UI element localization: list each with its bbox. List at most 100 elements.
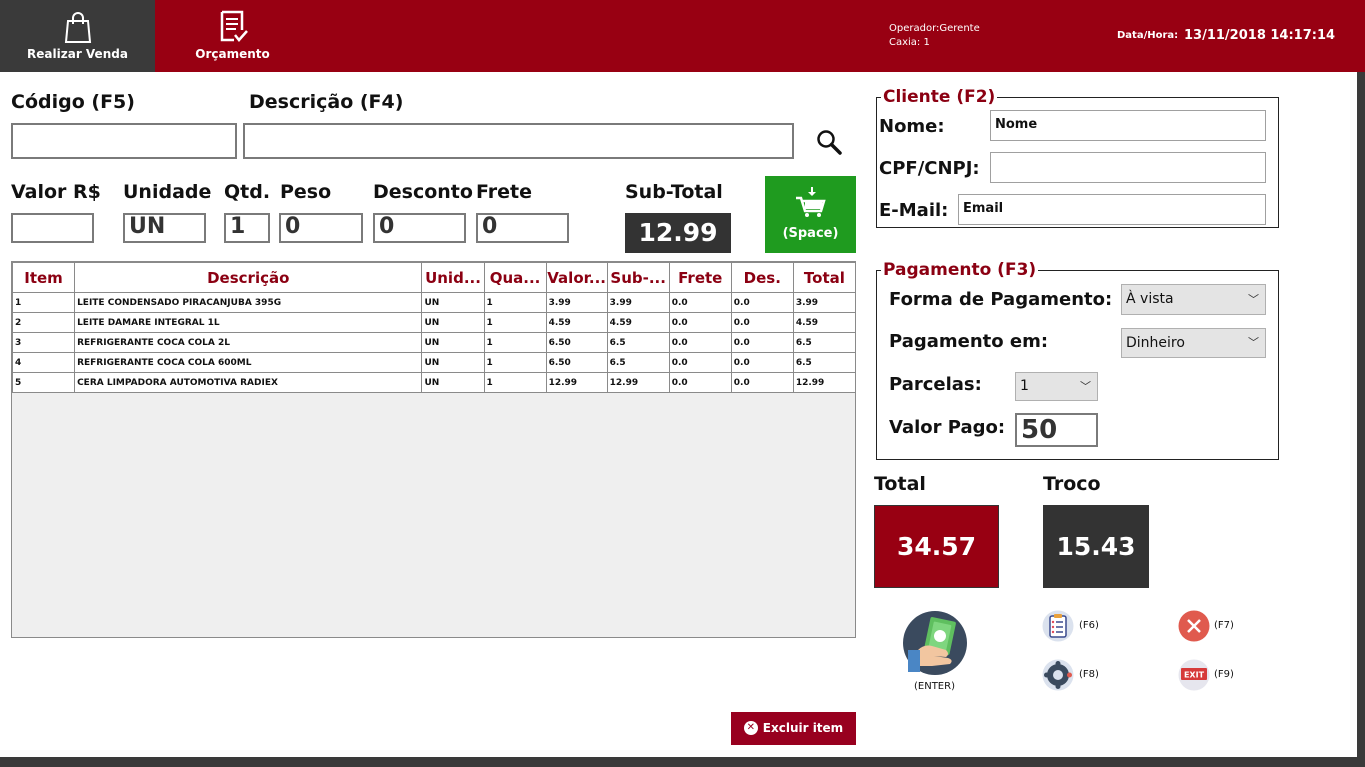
column-header-unidade[interactable]: Unid... xyxy=(421,262,485,293)
table-cell: 6.5 xyxy=(792,352,857,373)
peso-label: Peso xyxy=(280,181,332,203)
table-cell: 12.99 xyxy=(545,372,608,393)
f8-action-button[interactable]: (F8) xyxy=(1042,659,1102,691)
table-cell: 1 xyxy=(483,312,547,333)
total-label: Total xyxy=(874,473,926,495)
qtd-input[interactable]: 1 xyxy=(224,213,270,243)
column-header-subtotal[interactable]: Sub-... xyxy=(606,262,670,293)
datetime-label: Data/Hora: xyxy=(1117,30,1179,41)
add-to-cart-button[interactable]: (Space) xyxy=(765,176,856,253)
cpf-cnpj-input[interactable] xyxy=(990,152,1266,183)
table-cell: 5 xyxy=(11,372,76,393)
f9-label: (F9) xyxy=(1214,669,1234,680)
nav-orcamento[interactable]: Orçamento xyxy=(155,0,310,72)
magnifier-icon[interactable] xyxy=(815,128,843,156)
table-cell: 1 xyxy=(483,332,547,353)
top-bar: Realizar Venda Orçamento Operador:Gerent… xyxy=(0,0,1365,72)
table-cell: 4.59 xyxy=(545,312,608,333)
pagamento-em-select[interactable]: Dinheiro ﹀ xyxy=(1121,328,1266,358)
pagamento-em-label: Pagamento em: xyxy=(889,331,1049,352)
table-cell: 2 xyxy=(11,312,76,333)
column-header-frete[interactable]: Frete xyxy=(668,262,732,293)
table-header-row: Item Descrição Unid... Qua... Valor... S… xyxy=(11,262,857,293)
excluir-item-button[interactable]: ✕ Excluir item xyxy=(731,712,856,745)
frete-input[interactable]: 0 xyxy=(476,213,569,243)
exit-badge-text: EXIT xyxy=(1184,671,1205,680)
column-header-desconto[interactable]: Des. xyxy=(730,262,794,293)
table-cell: 0.0 xyxy=(730,332,794,353)
table-cell: UN xyxy=(421,352,485,373)
table-cell: LEITE CONDENSADO PIRACANJUBA 395G xyxy=(74,292,423,313)
codigo-input[interactable] xyxy=(11,123,237,159)
enter-label: (ENTER) xyxy=(914,681,955,692)
nav-realizar-venda-label: Realizar Venda xyxy=(27,47,128,61)
table-cell: 1 xyxy=(11,292,76,313)
column-header-descricao[interactable]: Descrição xyxy=(74,262,423,293)
table-cell: 6.5 xyxy=(606,332,670,353)
f6-action-button[interactable]: (F6) xyxy=(1042,610,1102,642)
valor-pago-input[interactable]: 50 xyxy=(1015,413,1098,447)
nome-input[interactable]: Nome xyxy=(990,110,1266,141)
peso-input[interactable]: 0 xyxy=(279,213,363,243)
sair-button[interactable]: EXIT (F9) xyxy=(1178,659,1238,691)
table-row[interactable]: 4 REFRIGERANTE COCA COLA 600ML UN 1 6.50… xyxy=(11,352,857,373)
column-header-quantidade[interactable]: Qua... xyxy=(483,262,547,293)
excluir-item-label: Excluir item xyxy=(762,721,844,735)
column-header-total[interactable]: Total xyxy=(792,262,857,293)
operator-name: Operador:Gerente xyxy=(889,23,980,34)
table-cell: 0.0 xyxy=(730,312,794,333)
subtotal-label: Sub-Total xyxy=(625,181,723,203)
frete-label: Frete xyxy=(476,181,532,203)
table-cell: 1 xyxy=(483,352,547,373)
cash-payment-icon xyxy=(902,610,970,680)
caixa-number: Caxia: 1 xyxy=(889,37,930,48)
cliente-group-title: Cliente (F2) xyxy=(881,87,998,107)
table-row[interactable]: 1 LEITE CONDENSADO PIRACANJUBA 395G UN 1… xyxy=(11,292,857,313)
parcelas-label: Parcelas: xyxy=(889,374,982,395)
table-cell: 4 xyxy=(11,352,76,373)
forma-pagamento-label: Forma de Pagamento: xyxy=(889,289,1113,310)
valor-input[interactable] xyxy=(11,213,94,243)
datetime-value: 13/11/2018 14:17:14 xyxy=(1184,28,1336,43)
unidade-input[interactable]: UN xyxy=(123,213,206,243)
table-row[interactable]: 5 CERA LIMPADORA AUTOMOTIVA RADIEX UN 1 … xyxy=(11,372,857,393)
table-cell: 1 xyxy=(483,372,547,393)
desconto-input[interactable]: 0 xyxy=(373,213,466,243)
parcelas-select[interactable]: 1 ﹀ xyxy=(1015,372,1098,401)
forma-pagamento-select[interactable]: À vista ﹀ xyxy=(1121,284,1266,315)
nome-label: Nome: xyxy=(879,116,945,137)
f6-label: (F6) xyxy=(1079,620,1099,631)
table-cell: UN xyxy=(421,312,485,333)
cliente-group: Cliente (F2) Nome: Nome CPF/CNPJ: E-Mail… xyxy=(876,87,1279,228)
troco-label: Troco xyxy=(1043,473,1101,495)
table-cell: 3.99 xyxy=(792,292,857,313)
table-cell: LEITE DAMARE INTEGRAL 1L xyxy=(74,312,423,333)
table-cell: 0.0 xyxy=(730,352,794,373)
table-cell: 3.99 xyxy=(606,292,670,313)
document-check-icon xyxy=(155,10,310,44)
nav-realizar-venda[interactable]: Realizar Venda xyxy=(0,0,155,72)
email-input[interactable]: Email xyxy=(958,194,1266,225)
table-cell: 4.59 xyxy=(606,312,670,333)
operator-info: Operador:Gerente Caxia: 1 xyxy=(889,22,980,50)
cpf-cnpj-label: CPF/CNPJ: xyxy=(879,158,980,179)
finalizar-venda-button[interactable]: (ENTER) xyxy=(902,610,970,694)
table-cell: REFRIGERANTE COCA COLA 600ML xyxy=(74,352,423,373)
cancelar-venda-button[interactable]: (F7) xyxy=(1178,610,1238,642)
chevron-down-icon: ﹀ xyxy=(1080,380,1091,393)
descricao-input[interactable] xyxy=(243,123,794,159)
table-row[interactable]: 3 REFRIGERANTE COCA COLA 2L UN 1 6.50 6.… xyxy=(11,332,857,353)
cart-icon xyxy=(765,186,856,218)
shopping-bag-icon xyxy=(0,10,155,44)
valor-pago-label: Valor Pago: xyxy=(889,417,1006,438)
table-cell: 0.0 xyxy=(668,332,732,353)
items-table[interactable]: Item Descrição Unid... Qua... Valor... S… xyxy=(11,261,857,638)
column-header-item[interactable]: Item xyxy=(11,262,76,293)
table-cell: 6.5 xyxy=(606,352,670,373)
table-cell: 0.0 xyxy=(668,352,732,373)
column-header-valor[interactable]: Valor... xyxy=(545,262,608,293)
table-cell: 0.0 xyxy=(730,372,794,393)
table-row[interactable]: 2 LEITE DAMARE INTEGRAL 1L UN 1 4.59 4.5… xyxy=(11,312,857,333)
table-cell: 0.0 xyxy=(668,312,732,333)
subtotal-value: 12.99 xyxy=(625,213,731,253)
